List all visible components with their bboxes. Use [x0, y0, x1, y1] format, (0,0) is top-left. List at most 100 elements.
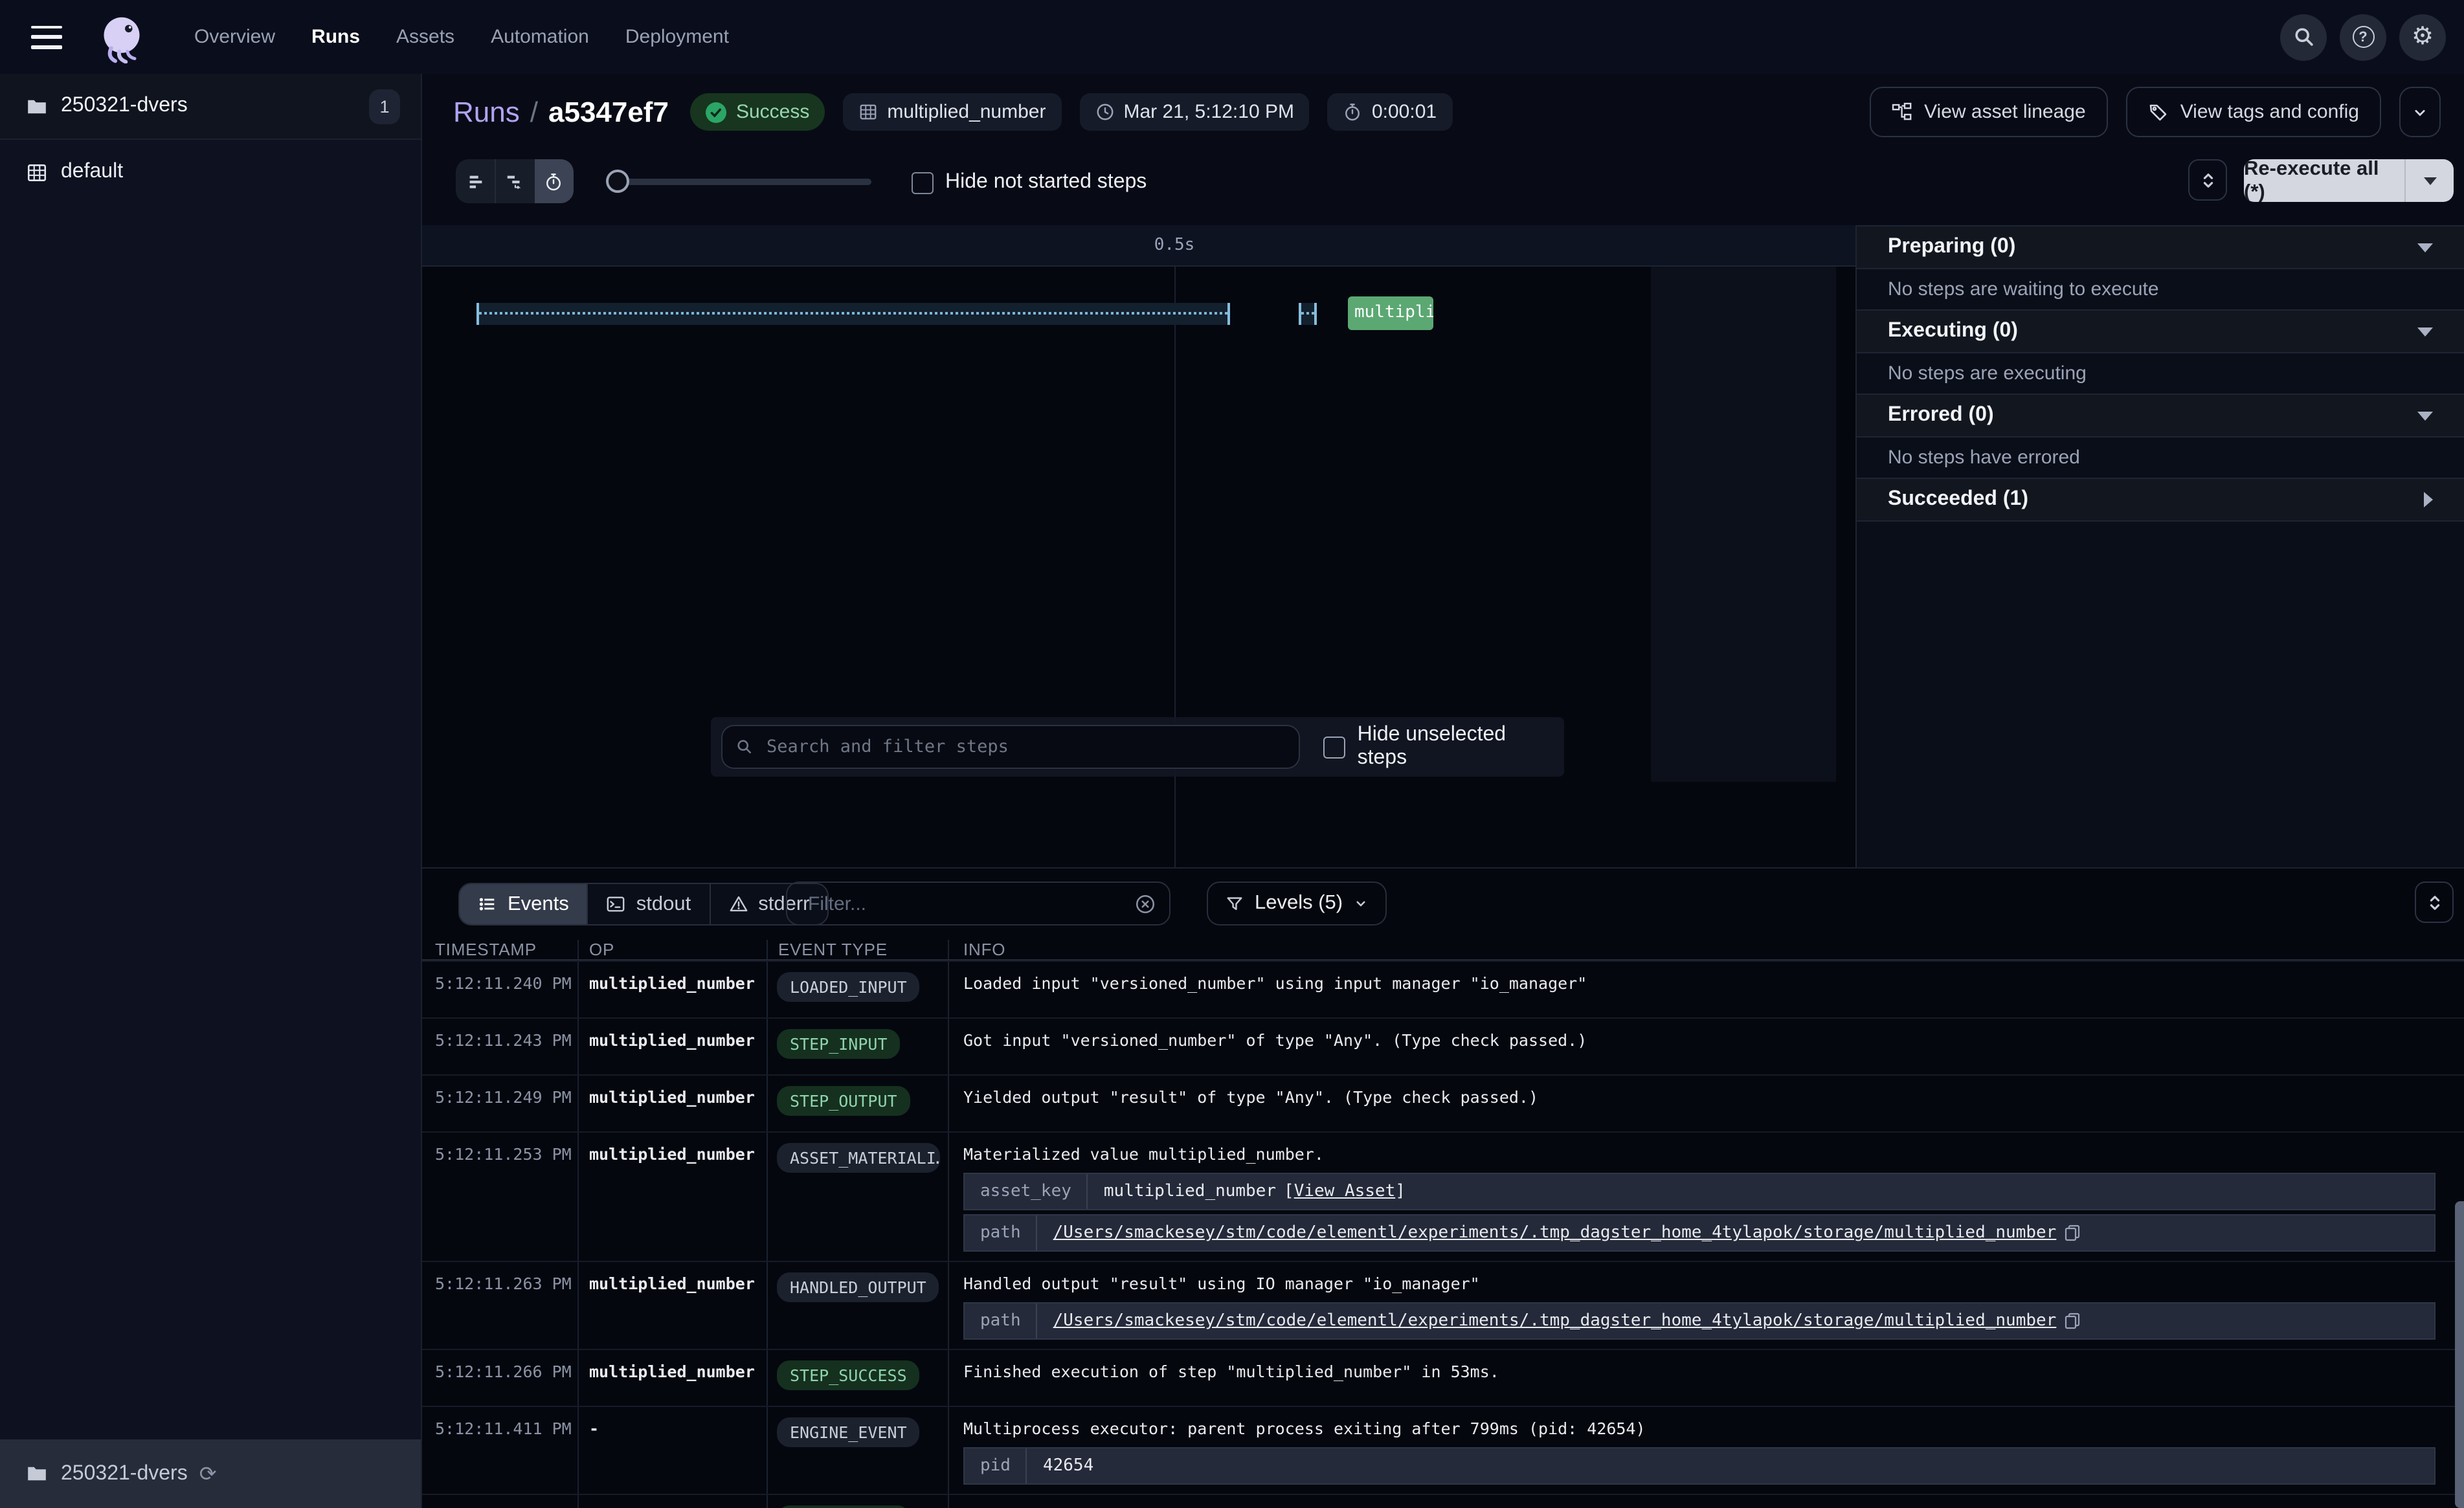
section-title: Preparing (0): [1888, 236, 2015, 259]
top-nav: Overview Runs Assets Automation Deployme…: [0, 0, 2464, 74]
nav-item-deployment[interactable]: Deployment: [625, 26, 729, 48]
cell-timestamp: 5:12:11.243 PM: [422, 1019, 579, 1074]
log-filter-input[interactable]: [805, 891, 1134, 916]
caret-down-icon: [2417, 327, 2433, 336]
flat-view-button[interactable]: [456, 159, 495, 203]
refresh-icon[interactable]: ⟳: [199, 1461, 217, 1487]
metadata-link[interactable]: /Users/smackesey/stm/code/elementl/exper…: [1053, 1311, 2057, 1331]
waterfall-icon: [506, 172, 525, 191]
event-type-badge: ASSET_MATERIALI…: [777, 1143, 940, 1173]
view-tags-config-button[interactable]: View tags and config: [2126, 87, 2381, 137]
nav-item-assets[interactable]: Assets: [396, 26, 454, 48]
copy-icon[interactable]: [2064, 1313, 2081, 1329]
step-section-header[interactable]: Errored (0): [1857, 395, 2464, 438]
waterfall-view-button[interactable]: [495, 159, 535, 203]
section-empty-message: No steps have errored: [1857, 438, 2464, 479]
run-actions-dropdown-button[interactable]: [2399, 87, 2441, 137]
settings-button[interactable]: ⚙: [2399, 14, 2446, 60]
asset-tag[interactable]: multiplied_number: [843, 93, 1061, 131]
cell-op: -: [579, 1495, 768, 1508]
timed-view-button[interactable]: [534, 159, 574, 203]
start-time-label: Mar 21, 5:12:10 PM: [1124, 101, 1294, 123]
help-icon: ?: [2352, 26, 2374, 48]
reexecute-dropdown-button[interactable]: [2404, 159, 2454, 202]
lineage-icon: [1892, 102, 1912, 122]
hide-unselected-checkbox[interactable]: [1324, 736, 1346, 758]
cell-event-type: ENGINE_EVENT: [768, 1407, 949, 1494]
nav-item-overview[interactable]: Overview: [194, 26, 275, 48]
copy-icon[interactable]: [2064, 1225, 2081, 1241]
nav-item-runs[interactable]: Runs: [311, 26, 360, 48]
metadata-value: /Users/smackesey/stm/code/elementl/exper…: [1038, 1310, 2097, 1332]
log-view-tabs: Events stdout: [458, 883, 829, 926]
metadata-link[interactable]: /Users/smackesey/stm/code/elementl/exper…: [1053, 1223, 2057, 1243]
step-waiting-bar[interactable]: [476, 303, 1230, 325]
hamburger-menu-icon[interactable]: [31, 25, 62, 49]
asset-grid-icon: [858, 102, 878, 122]
log-filter-box[interactable]: [786, 882, 1170, 926]
stopwatch-icon: [544, 172, 563, 191]
metadata-value-text: 42654: [1043, 1455, 1093, 1477]
metadata-key: asset_key: [965, 1174, 1088, 1209]
cell-event-type: STEP_SUCCESS: [768, 1350, 949, 1406]
metadata-value-text: multiplied_number: [1104, 1181, 1276, 1203]
expand-logs-button[interactable]: [2415, 882, 2454, 923]
event-info-text: Got input "versioned_number" of type "An…: [963, 1029, 2464, 1051]
hide-unselected-checkbox-row[interactable]: Hide unselected steps: [1324, 724, 1554, 770]
cell-op: multiplied_number: [579, 962, 768, 1017]
event-type-badge: HANDLED_OUTPUT: [777, 1272, 939, 1302]
gantt-timeline-header: 0.5s: [422, 225, 1855, 267]
cell-timestamp: 5:12:11.249 PM: [422, 1076, 579, 1131]
step-section-header[interactable]: Executing (0): [1857, 311, 2464, 353]
caret-down-icon: [2417, 243, 2433, 252]
nav-items: Overview Runs Assets Automation Deployme…: [194, 26, 729, 48]
sidebar-item-project[interactable]: 250321-dvers 1: [0, 74, 421, 140]
step-bar-multiplied-number[interactable]: multipli…: [1348, 296, 1433, 330]
events-table-body: 5:12:11.240 PMmultiplied_numberLOADED_IN…: [422, 962, 2464, 1508]
event-type-badge: STEP_SUCCESS: [777, 1360, 920, 1390]
tab-stdout[interactable]: stdout: [587, 884, 709, 924]
stopwatch-icon: [1343, 102, 1363, 122]
dagster-logo[interactable]: [96, 11, 148, 63]
cell-timestamp: 5:12:11.415 PM: [422, 1495, 579, 1508]
help-button[interactable]: ?: [2340, 14, 2386, 60]
step-search-box[interactable]: [721, 725, 1301, 769]
metadata-value: /Users/smackesey/stm/code/elementl/exper…: [1038, 1222, 2097, 1244]
cell-timestamp: 5:12:11.266 PM: [422, 1350, 579, 1406]
cell-op: multiplied_number: [579, 1019, 768, 1074]
clear-filter-icon[interactable]: [1134, 893, 1156, 915]
step-waiting-bar-short[interactable]: [1299, 303, 1317, 325]
cell-event-type: HANDLED_OUTPUT: [768, 1262, 949, 1349]
cell-info: Got input "versioned_number" of type "An…: [949, 1019, 2464, 1074]
view-asset-lineage-button[interactable]: View asset lineage: [1870, 87, 2108, 137]
run-header: Runs / a5347ef7 Success: [422, 74, 2464, 150]
hide-not-started-checkbox-row[interactable]: Hide not started steps: [912, 161, 1147, 205]
cell-op: multiplied_number: [579, 1350, 768, 1406]
hide-not-started-checkbox[interactable]: [912, 172, 934, 194]
expand-gantt-button[interactable]: [2188, 159, 2227, 201]
zoom-slider-track[interactable]: [616, 179, 871, 185]
metadata-link[interactable]: View Asset: [1294, 1182, 1396, 1201]
nav-item-automation[interactable]: Automation: [491, 26, 589, 48]
nav-right-actions: ? ⚙: [2280, 14, 2446, 60]
sidebar-item-default-group[interactable]: default: [0, 148, 421, 197]
zoom-slider-handle[interactable]: [606, 170, 629, 193]
cell-timestamp: 5:12:11.263 PM: [422, 1262, 579, 1349]
breadcrumb-runs-link[interactable]: Runs: [453, 95, 520, 129]
reexecute-all-button[interactable]: Re-execute all (*): [2244, 159, 2404, 202]
step-search-input[interactable]: [764, 735, 1286, 759]
levels-dropdown[interactable]: Levels (5): [1207, 882, 1387, 926]
cell-op: multiplied_number: [579, 1262, 768, 1349]
sidebar-footer-code-location[interactable]: 250321-dvers ⟳: [0, 1439, 421, 1508]
timeline-gridline: [1174, 267, 1176, 867]
events-toolbar: Events stdout: [422, 869, 2464, 940]
tab-events[interactable]: Events: [460, 884, 587, 924]
table-row: 5:12:11.253 PMmultiplied_numberASSET_MAT…: [422, 1133, 2464, 1262]
vertical-scrollbar-thumb[interactable]: [2455, 1201, 2464, 1508]
main-content: Runs / a5347ef7 Success: [422, 74, 2464, 1508]
tab-stdout-label: stdout: [636, 893, 691, 916]
step-section-header[interactable]: Succeeded (1): [1857, 479, 2464, 522]
search-button[interactable]: [2280, 14, 2327, 60]
column-header-event-type: EVENT TYPE: [768, 940, 949, 959]
step-section-header[interactable]: Preparing (0): [1857, 227, 2464, 269]
